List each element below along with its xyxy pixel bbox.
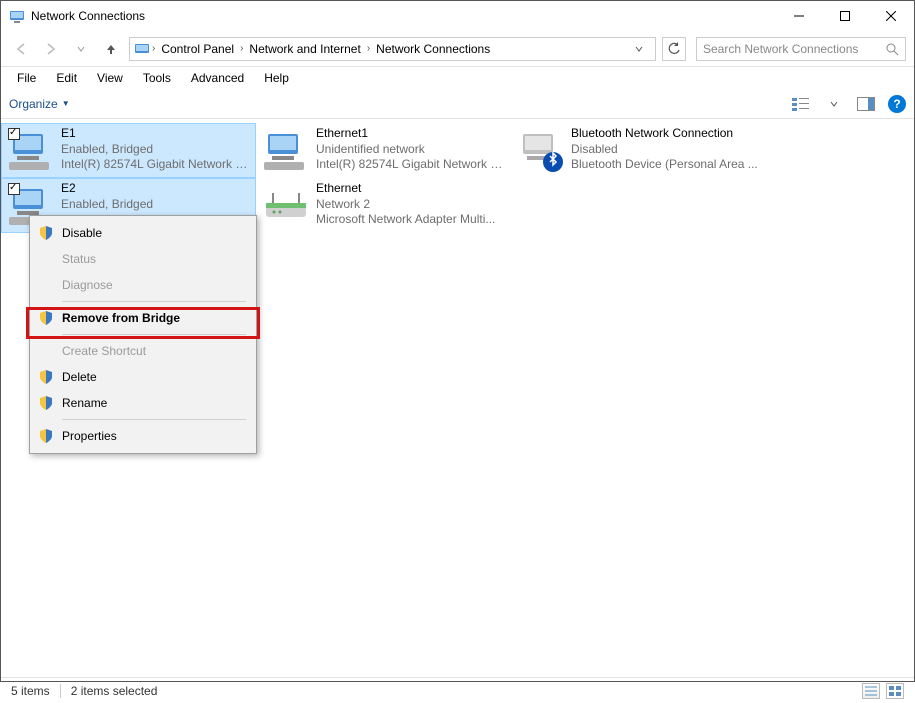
separator	[62, 334, 246, 335]
preview-pane-button[interactable]	[856, 94, 876, 114]
connection-item[interactable]: Bluetooth Network Connection Disabled Bl…	[511, 123, 766, 178]
shield-icon	[38, 225, 54, 241]
connection-status: Unidentified network	[316, 142, 505, 158]
search-placeholder: Search Network Connections	[703, 42, 858, 56]
search-icon	[885, 42, 899, 56]
connection-item[interactable]: Ethernet1 Unidentified network Intel(R) …	[256, 123, 511, 178]
context-menu: Disable Status Diagnose Remove from Brid…	[29, 215, 257, 454]
connection-name: E1	[61, 126, 250, 142]
connection-status: Network 2	[316, 197, 495, 213]
chevron-right-icon: ›	[150, 43, 157, 54]
network-adapter-icon	[517, 126, 565, 174]
connection-description: Intel(R) 82574L Gigabit Network C...	[316, 157, 505, 173]
connection-description: Bluetooth Device (Personal Area ...	[571, 157, 758, 173]
connection-name: Ethernet	[316, 181, 495, 197]
connection-name: Bluetooth Network Connection	[571, 126, 758, 142]
address-dropdown-icon[interactable]	[635, 45, 651, 53]
ctx-create-shortcut: Create Shortcut	[32, 338, 254, 364]
connection-name: Ethernet1	[316, 126, 505, 142]
toolbar: Organize ▼ ?	[1, 89, 914, 119]
separator	[60, 684, 61, 698]
app-icon	[9, 8, 25, 24]
refresh-button[interactable]	[662, 37, 686, 61]
connection-name: E2	[61, 181, 153, 197]
organize-label: Organize	[9, 97, 58, 111]
menu-view[interactable]: View	[87, 69, 133, 87]
ctx-disable-label: Disable	[62, 226, 102, 240]
ctx-properties[interactable]: Properties	[32, 423, 254, 449]
shield-icon	[38, 428, 54, 444]
back-button[interactable]	[9, 37, 33, 61]
ctx-status-label: Status	[62, 252, 96, 266]
connection-status: Enabled, Bridged	[61, 197, 153, 213]
connection-description: Intel(R) 82574L Gigabit Network C...	[61, 157, 250, 173]
connection-item[interactable]: E1 Enabled, Bridged Intel(R) 82574L Giga…	[1, 123, 256, 178]
status-bar: 5 items 2 items selected	[1, 677, 914, 703]
breadcrumb-control-panel[interactable]: Control Panel	[157, 42, 238, 56]
close-button[interactable]	[868, 1, 914, 31]
titlebar: Network Connections	[1, 1, 914, 31]
status-selected-count: 2 items selected	[71, 684, 158, 698]
ctx-rename[interactable]: Rename	[32, 390, 254, 416]
organize-dropdown[interactable]: Organize ▼	[9, 97, 70, 111]
network-adapter-icon	[262, 126, 310, 174]
ctx-disable[interactable]: Disable	[32, 220, 254, 246]
ctx-diagnose-label: Diagnose	[62, 278, 113, 292]
breadcrumb-network-connections[interactable]: Network Connections	[372, 42, 494, 56]
large-icons-view-button[interactable]	[886, 683, 904, 699]
connection-description: Microsoft Network Adapter Multi...	[316, 212, 495, 228]
menu-edit[interactable]: Edit	[46, 69, 87, 87]
view-options-button[interactable]	[792, 94, 812, 114]
shield-icon	[38, 369, 54, 385]
connection-status: Disabled	[571, 142, 758, 158]
forward-button[interactable]	[39, 37, 63, 61]
checkbox-icon[interactable]	[8, 183, 20, 195]
checkbox-icon[interactable]	[8, 128, 20, 140]
menu-advanced[interactable]: Advanced	[181, 69, 254, 87]
ctx-remove-label: Remove from Bridge	[62, 311, 180, 325]
content-area: E1 Enabled, Bridged Intel(R) 82574L Giga…	[1, 119, 914, 677]
search-input[interactable]: Search Network Connections	[696, 37, 906, 61]
maximize-button[interactable]	[822, 1, 868, 31]
address-bar[interactable]: › Control Panel › Network and Internet ›…	[129, 37, 656, 61]
ctx-delete-label: Delete	[62, 370, 97, 384]
connection-item[interactable]: Ethernet Network 2 Microsoft Network Ada…	[256, 178, 511, 233]
ctx-properties-label: Properties	[62, 429, 117, 443]
network-router-icon	[262, 181, 310, 229]
ctx-rename-label: Rename	[62, 396, 107, 410]
ctx-status: Status	[32, 246, 254, 272]
chevron-right-icon: ›	[238, 43, 245, 54]
separator	[62, 301, 246, 302]
history-dropdown[interactable]	[69, 37, 93, 61]
status-item-count: 5 items	[11, 684, 50, 698]
help-button[interactable]: ?	[888, 95, 906, 113]
ctx-shortcut-label: Create Shortcut	[62, 344, 146, 358]
chevron-down-icon: ▼	[62, 99, 70, 108]
menu-bar: File Edit View Tools Advanced Help	[1, 67, 914, 89]
window-title: Network Connections	[31, 9, 776, 23]
chevron-right-icon: ›	[365, 43, 372, 54]
menu-file[interactable]: File	[7, 69, 46, 87]
shield-icon	[38, 310, 54, 326]
ctx-remove-from-bridge[interactable]: Remove from Bridge	[32, 305, 254, 331]
location-icon	[134, 41, 150, 57]
separator	[62, 419, 246, 420]
ctx-delete[interactable]: Delete	[32, 364, 254, 390]
ctx-diagnose: Diagnose	[32, 272, 254, 298]
connection-status: Enabled, Bridged	[61, 142, 250, 158]
breadcrumb-network-internet[interactable]: Network and Internet	[245, 42, 364, 56]
menu-help[interactable]: Help	[254, 69, 299, 87]
minimize-button[interactable]	[776, 1, 822, 31]
address-row: › Control Panel › Network and Internet ›…	[1, 31, 914, 67]
up-button[interactable]	[99, 37, 123, 61]
view-dropdown-icon[interactable]	[824, 94, 844, 114]
shield-icon	[38, 395, 54, 411]
details-view-button[interactable]	[862, 683, 880, 699]
menu-tools[interactable]: Tools	[133, 69, 181, 87]
